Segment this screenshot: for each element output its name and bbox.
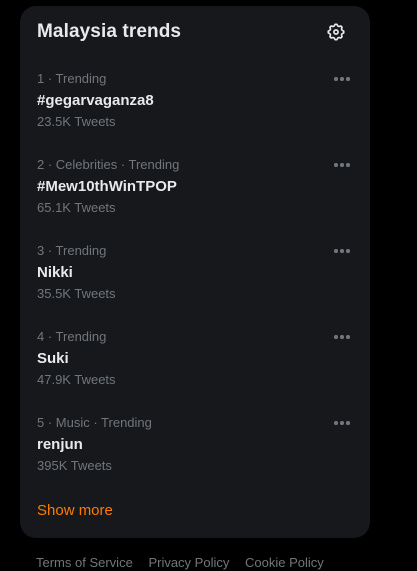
trend-context: 1 · Trending [37, 71, 107, 86]
trend-name[interactable]: #gegarvaganza8 [37, 91, 154, 111]
trend-item[interactable]: 5 · Music · Trending renjun 395K Tweets [20, 415, 370, 501]
ellipsis-icon[interactable] [334, 73, 352, 85]
trend-item[interactable]: 2 · Celebrities · Trending #Mew10thWinTP… [20, 157, 370, 243]
trend-tweet-count: 65.1K Tweets [37, 200, 116, 215]
trend-item[interactable]: 1 · Trending #gegarvaganza8 23.5K Tweets [20, 71, 370, 157]
trend-context: 5 · Music · Trending [37, 415, 152, 430]
trend-tweet-count: 35.5K Tweets [37, 286, 116, 301]
show-more-link[interactable]: Show more [37, 502, 113, 520]
trend-name[interactable]: Suki [37, 349, 69, 369]
cookie-policy-link[interactable]: Cookie Policy [245, 555, 324, 570]
trend-name[interactable]: #Mew10thWinTPOP [37, 177, 177, 197]
trend-name[interactable]: Nikki [37, 263, 73, 283]
trends-panel: Malaysia trends 1 · Trending #gegarvagan… [20, 6, 370, 538]
ellipsis-icon[interactable] [334, 245, 352, 257]
ellipsis-icon[interactable] [334, 159, 352, 171]
trend-context: 4 · Trending [37, 329, 107, 344]
trend-item[interactable]: 3 · Trending Nikki 35.5K Tweets [20, 243, 370, 329]
gear-icon[interactable] [326, 22, 346, 42]
trends-header: Malaysia trends [37, 20, 354, 44]
privacy-policy-link[interactable]: Privacy Policy [148, 555, 229, 570]
trend-tweet-count: 395K Tweets [37, 458, 112, 473]
trend-tweet-count: 47.9K Tweets [37, 372, 116, 387]
trend-tweet-count: 23.5K Tweets [37, 114, 116, 129]
terms-of-service-link[interactable]: Terms of Service [36, 555, 133, 570]
trend-item[interactable]: 4 · Trending Suki 47.9K Tweets [20, 329, 370, 415]
trends-title: Malaysia trends [37, 21, 182, 42]
ellipsis-icon[interactable] [334, 331, 352, 343]
trend-context: 3 · Trending [37, 243, 107, 258]
footer-links: Terms of Service Privacy Policy Cookie P… [36, 555, 336, 571]
trend-context: 2 · Celebrities · Trending [37, 157, 180, 172]
trend-name[interactable]: renjun [37, 435, 83, 455]
ellipsis-icon[interactable] [334, 417, 352, 429]
